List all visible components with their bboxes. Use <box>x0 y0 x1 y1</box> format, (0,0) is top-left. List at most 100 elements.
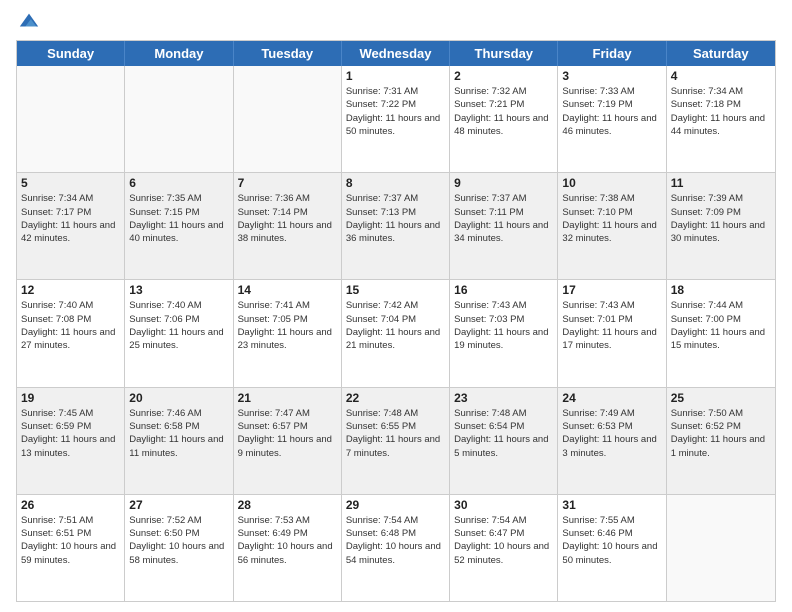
cal-cell: 17 Sunrise: 7:43 AMSunset: 7:01 PMDayligh… <box>558 280 666 386</box>
day-number: 24 <box>562 391 661 405</box>
day-info: Sunrise: 7:53 AMSunset: 6:49 PMDaylight:… <box>238 514 337 567</box>
cal-cell: 18 Sunrise: 7:44 AMSunset: 7:00 PMDayligh… <box>667 280 775 386</box>
cal-cell: 16Sunrise: 7:43 AMSunset: 7:03 PMDayligh… <box>450 280 558 386</box>
day-info: Sunrise: 7:35 AMSunset: 7:15 PMDaylight:… <box>129 192 228 245</box>
cal-cell: 26 Sunrise: 7:51 AMSunset: 6:51 PMDayligh… <box>17 495 125 601</box>
day-number: 12 <box>21 283 120 297</box>
day-number: 22 <box>346 391 445 405</box>
day-info: Sunrise: 7:37 AMSunset: 7:13 PMDaylight:… <box>346 192 445 245</box>
header <box>16 12 776 32</box>
day-info: Sunrise: 7:51 AMSunset: 6:51 PMDaylight:… <box>21 514 120 567</box>
day-info: Sunrise: 7:46 AMSunset: 6:58 PMDaylight:… <box>129 407 228 460</box>
day-number: 11 <box>671 176 771 190</box>
day-number: 17 <box>562 283 661 297</box>
cal-week-5: 26 Sunrise: 7:51 AMSunset: 6:51 PMDayligh… <box>17 495 775 601</box>
day-number: 15 <box>346 283 445 297</box>
day-info: Sunrise: 7:43 AMSunset: 7:01 PMDaylight:… <box>562 299 661 352</box>
cal-cell: 27Sunrise: 7:52 AMSunset: 6:50 PMDayligh… <box>125 495 233 601</box>
day-number: 26 <box>21 498 120 512</box>
day-info: Sunrise: 7:36 AMSunset: 7:14 PMDaylight:… <box>238 192 337 245</box>
day-number: 28 <box>238 498 337 512</box>
day-number: 31 <box>562 498 661 512</box>
cal-cell: 19 Sunrise: 7:45 AMSunset: 6:59 PMDayligh… <box>17 388 125 494</box>
day-info: Sunrise: 7:45 AMSunset: 6:59 PMDaylight:… <box>21 407 120 460</box>
cal-header-sunday: Sunday <box>17 41 125 66</box>
day-info: Sunrise: 7:32 AMSunset: 7:21 PMDaylight:… <box>454 85 553 138</box>
logo-icon <box>18 10 40 32</box>
cal-cell: 11Sunrise: 7:39 AMSunset: 7:09 PMDayligh… <box>667 173 775 279</box>
day-info: Sunrise: 7:31 AMSunset: 7:22 PMDaylight:… <box>346 85 445 138</box>
cal-cell: 24 Sunrise: 7:49 AMSunset: 6:53 PMDayligh… <box>558 388 666 494</box>
cal-week-2: 5Sunrise: 7:34 AMSunset: 7:17 PMDaylight… <box>17 173 775 280</box>
cal-cell: 6 Sunrise: 7:35 AMSunset: 7:15 PMDaylight… <box>125 173 233 279</box>
cal-cell: 13Sunrise: 7:40 AMSunset: 7:06 PMDayligh… <box>125 280 233 386</box>
cal-cell <box>234 66 342 172</box>
day-number: 3 <box>562 69 661 83</box>
cal-cell: 7 Sunrise: 7:36 AMSunset: 7:14 PMDaylight… <box>234 173 342 279</box>
day-number: 18 <box>671 283 771 297</box>
day-number: 20 <box>129 391 228 405</box>
day-info: Sunrise: 7:40 AMSunset: 7:08 PMDaylight:… <box>21 299 120 352</box>
day-info: Sunrise: 7:33 AMSunset: 7:19 PMDaylight:… <box>562 85 661 138</box>
cal-cell: 31 Sunrise: 7:55 AMSunset: 6:46 PMDayligh… <box>558 495 666 601</box>
cal-cell: 4Sunrise: 7:34 AMSunset: 7:18 PMDaylight… <box>667 66 775 172</box>
cal-cell: 1 Sunrise: 7:31 AMSunset: 7:22 PMDaylight… <box>342 66 450 172</box>
cal-cell: 8Sunrise: 7:37 AMSunset: 7:13 PMDaylight… <box>342 173 450 279</box>
cal-header-wednesday: Wednesday <box>342 41 450 66</box>
day-info: Sunrise: 7:48 AMSunset: 6:55 PMDaylight:… <box>346 407 445 460</box>
calendar-header: SundayMondayTuesdayWednesdayThursdayFrid… <box>17 41 775 66</box>
cal-cell: 28 Sunrise: 7:53 AMSunset: 6:49 PMDayligh… <box>234 495 342 601</box>
cal-week-1: 1 Sunrise: 7:31 AMSunset: 7:22 PMDaylight… <box>17 66 775 173</box>
day-number: 10 <box>562 176 661 190</box>
day-info: Sunrise: 7:54 AMSunset: 6:48 PMDaylight:… <box>346 514 445 567</box>
cal-cell <box>17 66 125 172</box>
day-number: 29 <box>346 498 445 512</box>
day-number: 13 <box>129 283 228 297</box>
day-info: Sunrise: 7:37 AMSunset: 7:11 PMDaylight:… <box>454 192 553 245</box>
cal-header-saturday: Saturday <box>667 41 775 66</box>
cal-header-monday: Monday <box>125 41 233 66</box>
logo <box>16 12 40 32</box>
day-info: Sunrise: 7:41 AMSunset: 7:05 PMDaylight:… <box>238 299 337 352</box>
day-number: 6 <box>129 176 228 190</box>
day-number: 16 <box>454 283 553 297</box>
cal-header-thursday: Thursday <box>450 41 558 66</box>
cal-cell: 2Sunrise: 7:32 AMSunset: 7:21 PMDaylight… <box>450 66 558 172</box>
cal-cell: 30Sunrise: 7:54 AMSunset: 6:47 PMDayligh… <box>450 495 558 601</box>
calendar: SundayMondayTuesdayWednesdayThursdayFrid… <box>16 40 776 602</box>
day-info: Sunrise: 7:42 AMSunset: 7:04 PMDaylight:… <box>346 299 445 352</box>
cal-cell: 25 Sunrise: 7:50 AMSunset: 6:52 PMDayligh… <box>667 388 775 494</box>
day-number: 30 <box>454 498 553 512</box>
cal-cell: 20 Sunrise: 7:46 AMSunset: 6:58 PMDayligh… <box>125 388 233 494</box>
day-number: 21 <box>238 391 337 405</box>
cal-cell: 12 Sunrise: 7:40 AMSunset: 7:08 PMDayligh… <box>17 280 125 386</box>
cal-week-3: 12 Sunrise: 7:40 AMSunset: 7:08 PMDayligh… <box>17 280 775 387</box>
day-number: 23 <box>454 391 553 405</box>
cal-cell: 10 Sunrise: 7:38 AMSunset: 7:10 PMDayligh… <box>558 173 666 279</box>
cal-cell: 3 Sunrise: 7:33 AMSunset: 7:19 PMDaylight… <box>558 66 666 172</box>
cal-cell: 5Sunrise: 7:34 AMSunset: 7:17 PMDaylight… <box>17 173 125 279</box>
day-info: Sunrise: 7:38 AMSunset: 7:10 PMDaylight:… <box>562 192 661 245</box>
cal-cell <box>125 66 233 172</box>
day-number: 19 <box>21 391 120 405</box>
day-info: Sunrise: 7:44 AMSunset: 7:00 PMDaylight:… <box>671 299 771 352</box>
day-info: Sunrise: 7:50 AMSunset: 6:52 PMDaylight:… <box>671 407 771 460</box>
cal-cell: 9Sunrise: 7:37 AMSunset: 7:11 PMDaylight… <box>450 173 558 279</box>
day-number: 1 <box>346 69 445 83</box>
day-number: 14 <box>238 283 337 297</box>
day-info: Sunrise: 7:34 AMSunset: 7:17 PMDaylight:… <box>21 192 120 245</box>
day-info: Sunrise: 7:48 AMSunset: 6:54 PMDaylight:… <box>454 407 553 460</box>
cal-header-tuesday: Tuesday <box>234 41 342 66</box>
day-number: 7 <box>238 176 337 190</box>
page: SundayMondayTuesdayWednesdayThursdayFrid… <box>0 0 792 612</box>
cal-cell: 21Sunrise: 7:47 AMSunset: 6:57 PMDayligh… <box>234 388 342 494</box>
cal-cell: 29 Sunrise: 7:54 AMSunset: 6:48 PMDayligh… <box>342 495 450 601</box>
day-number: 25 <box>671 391 771 405</box>
day-info: Sunrise: 7:52 AMSunset: 6:50 PMDaylight:… <box>129 514 228 567</box>
cal-cell <box>667 495 775 601</box>
day-info: Sunrise: 7:49 AMSunset: 6:53 PMDaylight:… <box>562 407 661 460</box>
cal-week-4: 19 Sunrise: 7:45 AMSunset: 6:59 PMDayligh… <box>17 388 775 495</box>
day-info: Sunrise: 7:55 AMSunset: 6:46 PMDaylight:… <box>562 514 661 567</box>
day-info: Sunrise: 7:34 AMSunset: 7:18 PMDaylight:… <box>671 85 771 138</box>
cal-cell: 22 Sunrise: 7:48 AMSunset: 6:55 PMDayligh… <box>342 388 450 494</box>
